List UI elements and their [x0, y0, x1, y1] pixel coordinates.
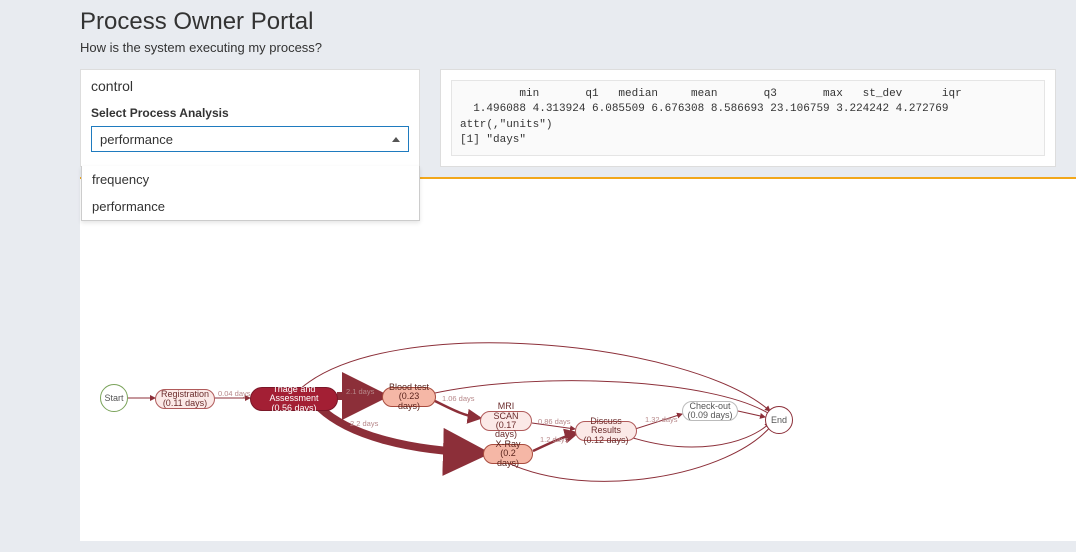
page-subtitle: How is the system executing my process? — [80, 40, 1076, 55]
edge-label: 1.2 days — [540, 435, 568, 444]
process-analysis-input[interactable] — [100, 132, 392, 147]
node-registration-sub: (0.11 days) — [163, 399, 207, 408]
edge-label: 2.1 days — [346, 387, 374, 396]
node-mriscan: MRI SCAN (0.17 days) — [480, 411, 532, 431]
stats-output: min q1 median mean q3 max st_dev iqr 1.4… — [451, 80, 1045, 156]
edge-label: 1.06 days — [442, 394, 475, 403]
node-discuss: Discuss Results (0.12 days) — [575, 421, 637, 441]
dropdown-option-performance[interactable]: performance — [82, 193, 419, 220]
node-triage-sub: (0.56 days) — [271, 404, 316, 413]
process-analysis-combo[interactable] — [91, 126, 409, 152]
node-bloodtest-sub: (0.23 days) — [387, 392, 431, 411]
node-triage: Triage and Assessment (0.56 days) — [250, 387, 338, 411]
node-checkout: Check-out (0.09 days) — [682, 401, 738, 421]
node-checkout-sub: (0.09 days) — [687, 411, 732, 420]
edge-label: 0.86 days — [538, 417, 571, 426]
node-mriscan-sub: (0.17 days) — [485, 421, 527, 440]
process-analysis-dropdown: frequency performance — [81, 166, 420, 221]
node-xray: X-Ray (0.2 days) — [483, 444, 533, 464]
dropdown-option-frequency[interactable]: frequency — [82, 166, 419, 193]
page-title: Process Owner Portal — [80, 8, 1076, 36]
node-xray-sub: (0.2 days) — [488, 449, 528, 468]
edge-label: 2.2 days — [350, 419, 378, 428]
control-panel: control Select Process Analysis frequenc… — [80, 69, 420, 167]
node-start: Start — [100, 384, 128, 412]
edge-label: 0.04 days — [218, 389, 251, 398]
node-bloodtest: Blood test (0.23 days) — [382, 387, 436, 407]
process-diagram: Start Registration (0.11 days) Triage an… — [90, 211, 1050, 531]
chevron-up-icon[interactable] — [392, 137, 400, 142]
node-end: End — [765, 406, 793, 434]
node-mriscan-label: MRI SCAN — [485, 402, 527, 421]
stats-panel: min q1 median mean q3 max st_dev iqr 1.4… — [440, 69, 1056, 167]
diagram-edges — [90, 211, 1050, 531]
control-panel-title: control — [81, 70, 419, 102]
diagram-panel: Expand — [80, 179, 1076, 541]
node-discuss-label: Discuss Results — [580, 417, 632, 436]
node-triage-label: Triage and Assessment — [255, 385, 333, 404]
node-discuss-sub: (0.12 days) — [583, 436, 628, 445]
node-registration: Registration (0.11 days) — [155, 389, 215, 409]
select-analysis-label: Select Process Analysis — [91, 106, 409, 120]
edge-label: 1.32 days — [645, 415, 678, 424]
